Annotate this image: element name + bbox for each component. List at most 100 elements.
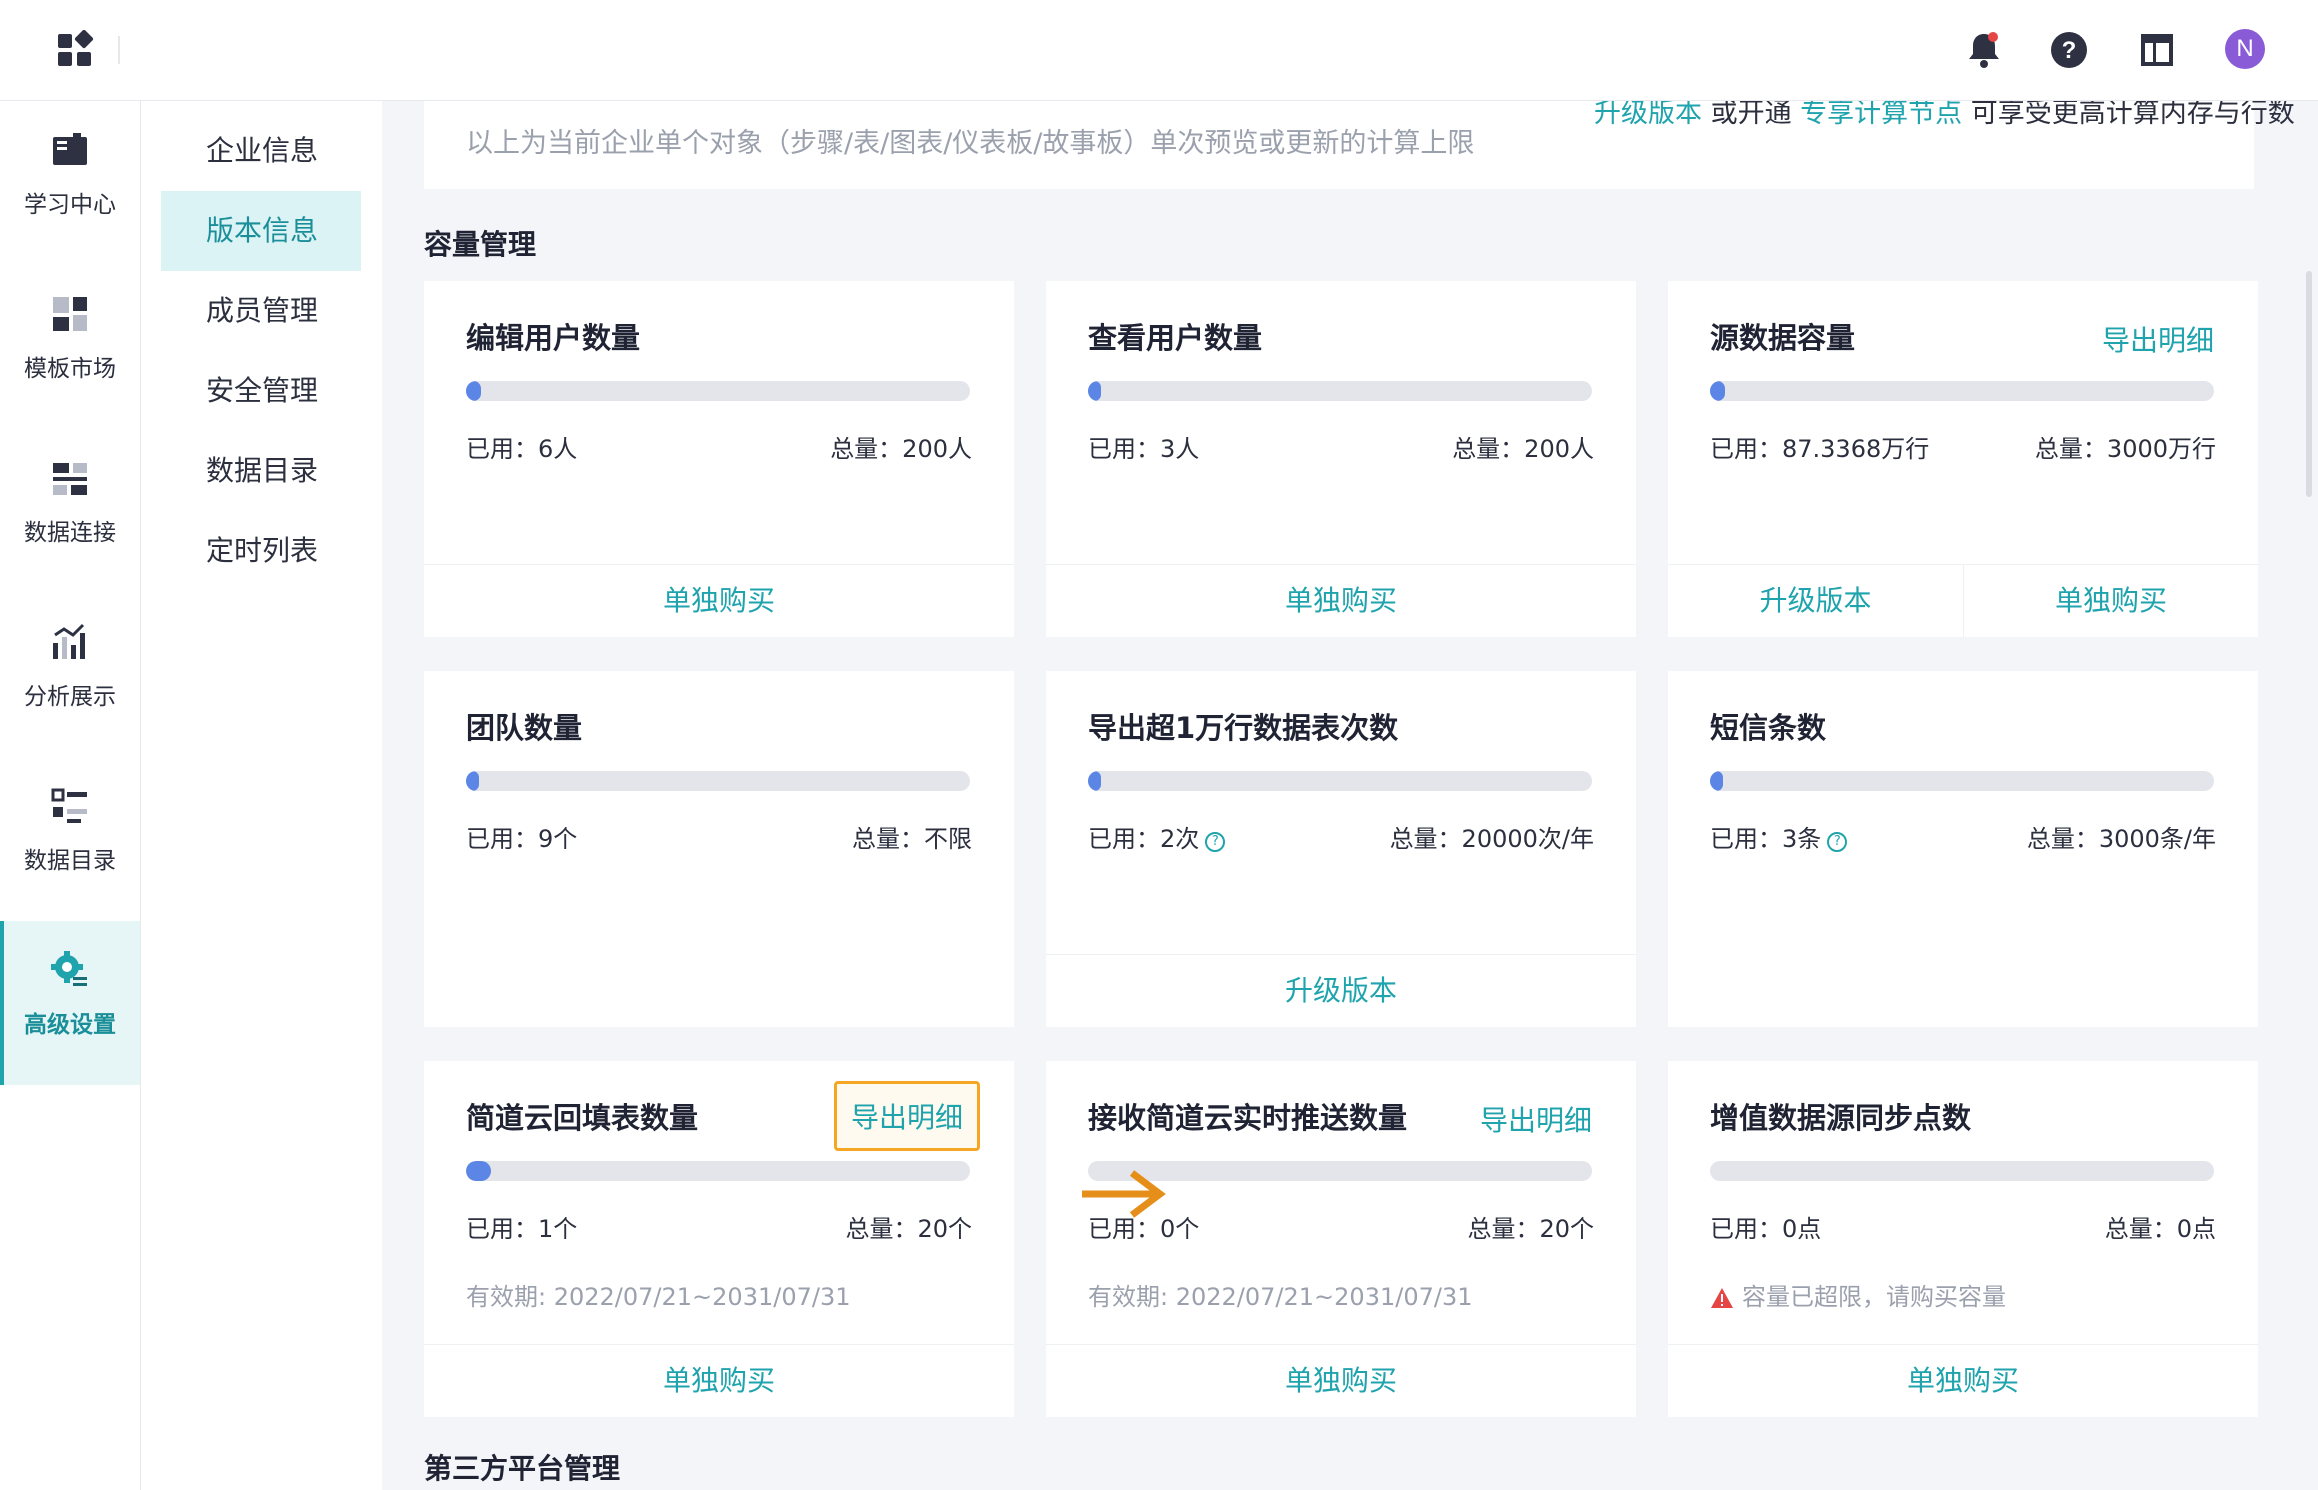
warning-text: 容量已超限，请购买容量 <box>1742 1283 2006 1311</box>
card-title: 短信条数 <box>1710 711 1827 745</box>
usage-progress-bar <box>1088 771 1592 791</box>
book-icon <box>53 133 87 165</box>
settings-icon <box>51 951 87 986</box>
total-amount: 总量：200人 <box>1452 435 1594 463</box>
used-text: 已用：0个 <box>1088 1215 1200 1243</box>
capacity-card: 团队数量已用：9个 总量：不限 <box>424 671 1014 1027</box>
rail-label: 数据目录 <box>24 848 116 874</box>
main-content: 升级版本 或开通 专享计算节点 可享受更高计算内存与行数 以上为当前企业单个对象… <box>382 101 2318 1490</box>
rail-label: 分析展示 <box>24 684 116 710</box>
total-amount: 总量：3000万行 <box>2034 435 2216 463</box>
help-icon[interactable]: ? <box>1827 832 1848 852</box>
card-action-button[interactable]: 单独购买 <box>424 1345 1014 1417</box>
card-footer: 升级版本 单独购买 <box>1668 564 2258 637</box>
rail-item-templates[interactable]: 模板市场 <box>0 265 140 429</box>
compute-limit-note: 以上为当前企业单个对象（步骤/表/图表/仪表板/故事板）单次预览或更新的计算上限 <box>466 128 1475 159</box>
capacity-card: 导出超1万行数据表次数 已用：2次? 总量：20000次/年 升级版本 <box>1046 671 1636 1027</box>
used-amount: 已用：87.3368万行 <box>1710 429 1929 464</box>
upsell-text: 升级版本 或开通 专享计算节点 可享受更高计算内存与行数 <box>1594 101 2295 130</box>
card-footer: 单独购买 <box>1046 564 1636 637</box>
upsell-mid: 或开通 <box>1702 101 1801 129</box>
export-detail-button[interactable]: 导出明细 <box>1480 1099 1592 1139</box>
section-title-capacity: 容量管理 <box>424 228 537 261</box>
usage-progress-bar <box>466 771 970 791</box>
avatar[interactable]: N <box>2225 29 2265 69</box>
subnav-item-version-info[interactable]: 版本信息 <box>161 191 361 271</box>
compute-limit-card: 升级版本 或开通 专享计算节点 可享受更高计算内存与行数 以上为当前企业单个对象… <box>424 101 2295 189</box>
chart-icon <box>53 623 85 659</box>
usage-progress-bar <box>466 381 970 401</box>
card-title: 编辑用户数量 <box>466 321 641 355</box>
bell-icon[interactable] <box>1962 28 2006 72</box>
card-action-button[interactable]: 单独购买 <box>424 565 1014 637</box>
used-text: 已用：1个 <box>466 1215 578 1243</box>
upgrade-button[interactable]: 升级版本 <box>1668 565 1963 637</box>
divider <box>118 36 120 64</box>
used-text: 已用：6人 <box>466 435 578 463</box>
rail-label: 数据连接 <box>24 520 116 546</box>
used-text: 已用：3人 <box>1088 435 1200 463</box>
settings-subnav: 企业信息 版本信息 成员管理 安全管理 数据目录 定时列表 <box>141 101 381 1490</box>
used-text: 已用：87.3368万行 <box>1710 435 1930 463</box>
card-action-button[interactable]: 单独购买 <box>1668 1345 2258 1417</box>
used-amount: 已用：3人 <box>1088 429 1199 464</box>
total-amount: 总量：0点 <box>2104 1215 2216 1243</box>
usage-progress-bar <box>1710 1161 2214 1181</box>
rail-item-advanced-settings[interactable]: 高级设置 <box>0 921 140 1085</box>
rail-item-data-connection[interactable]: 数据连接 <box>0 429 140 593</box>
warning-icon <box>1711 1288 1733 1308</box>
capacity-card: 短信条数 已用：3条? 总量：3000条/年 <box>1668 671 2258 1027</box>
export-detail-button[interactable]: 导出明细 <box>833 1081 980 1151</box>
used-text: 已用：2次 <box>1088 825 1200 853</box>
card-title: 简道云回填表数量 <box>466 1101 699 1135</box>
card-footer: 单独购买 <box>1046 1344 1636 1417</box>
used-text: 已用：3条 <box>1710 825 1822 853</box>
used-amount: 已用：6人 <box>466 429 577 464</box>
left-rail: 学习中心 模板市场 数据连接 分析展示 数据目录 高级设置 <box>0 101 141 1490</box>
card-footer: 单独购买 <box>424 1344 1014 1417</box>
buy-button[interactable]: 单独购买 <box>1964 565 2258 637</box>
card-title: 团队数量 <box>466 711 583 745</box>
card-action-button[interactable]: 升级版本 <box>1046 955 1636 1027</box>
validity-period: 有效期: 2022/07/21~2031/07/31 <box>1088 1283 1473 1311</box>
compute-node-link[interactable]: 专享计算节点 <box>1800 101 1962 129</box>
rail-item-learning[interactable]: 学习中心 <box>0 101 140 265</box>
scrollbar[interactable] <box>2306 271 2312 497</box>
usage-progress-fill <box>1710 771 1723 791</box>
card-action-button[interactable]: 单独购买 <box>1046 565 1636 637</box>
used-text: 已用：0点 <box>1710 1215 1822 1243</box>
used-amount: 已用：1个 <box>466 1209 577 1244</box>
help-icon[interactable]: ? <box>2047 28 2091 72</box>
total-amount: 总量：200人 <box>830 435 972 463</box>
capacity-card: 简道云回填表数量 导出明细 已用：1个 总量：20个 有效期: 2022/07/21~2… <box>424 1061 1014 1417</box>
rail-item-catalog[interactable]: 数据目录 <box>0 757 140 921</box>
usage-progress-fill <box>466 381 482 401</box>
card-title: 增值数据源同步点数 <box>1710 1101 1972 1135</box>
top-bar: ? N <box>0 0 2318 101</box>
upgrade-link[interactable]: 升级版本 <box>1594 101 1702 129</box>
apps-icon[interactable] <box>56 29 96 74</box>
total-amount: 总量：20000次/年 <box>1389 825 1594 853</box>
capacity-warning: 容量已超限，请购买容量 <box>1710 1277 2006 1312</box>
help-icon[interactable]: ? <box>1205 832 1226 852</box>
usage-progress-fill <box>1088 381 1101 401</box>
capacity-card: 源数据容量 导出明细 已用：87.3368万行 总量：3000万行 升级版本 单独购买 <box>1668 281 2258 637</box>
used-text: 已用：9个 <box>466 825 578 853</box>
rail-label: 高级设置 <box>24 1012 116 1038</box>
template-icon <box>53 297 87 331</box>
rail-label: 模板市场 <box>24 356 116 382</box>
export-detail-button[interactable]: 导出明细 <box>2102 319 2214 359</box>
validity-period: 有效期: 2022/07/21~2031/07/31 <box>466 1283 851 1311</box>
usage-progress-fill <box>466 771 479 791</box>
layout-icon[interactable] <box>2135 28 2179 72</box>
card-footer: 升级版本 <box>1046 954 1636 1027</box>
card-action-button[interactable]: 单独购买 <box>1046 1345 1636 1417</box>
rail-item-analysis[interactable]: 分析展示 <box>0 593 140 757</box>
used-amount: 已用：2次? <box>1088 819 1226 854</box>
rail-label: 学习中心 <box>24 192 116 218</box>
used-amount: 已用：9个 <box>466 819 577 854</box>
capacity-card: 查看用户数量 已用：3人 总量：200人 单独购买 <box>1046 281 1636 637</box>
arrow-icon <box>1082 1170 1166 1218</box>
total-amount: 总量：不限 <box>852 825 972 853</box>
usage-progress-fill <box>1088 771 1101 791</box>
